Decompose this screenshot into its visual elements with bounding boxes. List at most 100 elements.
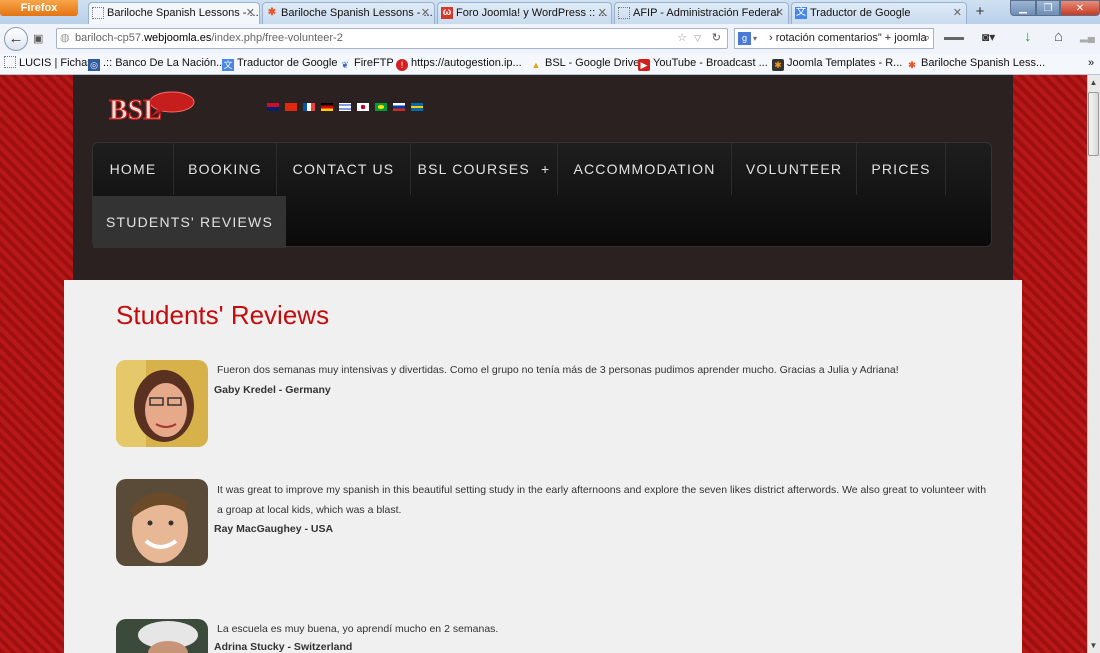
close-icon[interactable]: ✕ xyxy=(598,3,607,23)
flag-france-icon[interactable] xyxy=(303,103,315,111)
flag-japan-icon[interactable] xyxy=(357,103,369,111)
plus-icon: + xyxy=(540,161,551,177)
tab-title: Bariloche Spanish Lessons - ... xyxy=(107,7,259,19)
avatar xyxy=(116,360,208,447)
bookmark-item[interactable]: ! https://autogestion.ip... xyxy=(396,54,522,73)
tab-4[interactable]: AFIP - Administración Federal ✕ xyxy=(614,2,789,24)
search-input[interactable]: g ▾ › rotación comentarios" + joomla ⌕ xyxy=(734,28,934,49)
close-icon[interactable]: ✕ xyxy=(421,3,430,23)
bookmark-label: YouTube - Broadcast ... xyxy=(653,57,768,69)
flag-russia-icon[interactable] xyxy=(393,103,405,111)
page-title: Students' Reviews xyxy=(116,300,330,330)
star-icon[interactable]: ☆ xyxy=(677,29,687,48)
reading-icon[interactable]: ▬▬ xyxy=(944,32,966,44)
bookmark-label: Bariloche Spanish Less... xyxy=(921,57,1046,69)
google-search-icon[interactable]: g xyxy=(738,32,751,45)
avatar xyxy=(116,479,208,566)
minimize-button[interactable]: ▁ xyxy=(1010,0,1036,16)
flag-uk-icon[interactable] xyxy=(267,103,279,111)
review-author: Adrina Stucky - Switzerland xyxy=(214,641,353,653)
speech-bubble-icon: BSL xyxy=(108,91,195,127)
close-icon[interactable]: ✕ xyxy=(953,3,962,23)
bookmark-item[interactable]: ✱ Bariloche Spanish Less... xyxy=(906,54,1045,73)
tab-2[interactable]: ✱ Bariloche Spanish Lessons - ... ✕ xyxy=(262,2,435,24)
tab-3[interactable]: ω Foro Joomla! y WordPress :: ... ✕ xyxy=(437,2,612,24)
joomla-icon: ✱ xyxy=(267,7,277,18)
home-icon[interactable]: ⌂ xyxy=(1054,28,1063,45)
menu-item-volunteer[interactable]: VOLUNTEER xyxy=(732,143,857,195)
firefox-menu-button[interactable]: Firefox xyxy=(0,0,78,16)
bsl-logo[interactable]: BSL xyxy=(106,85,202,129)
afip-icon: ! xyxy=(396,59,408,71)
google-drive-icon: ▲ xyxy=(531,60,541,70)
bookmarks-bar: LUCIS | Fichas ◎.:: Banco De La Nación..… xyxy=(0,54,1100,75)
globe-icon: ◍ xyxy=(60,32,70,44)
bookmark-label: Traductor de Google xyxy=(237,57,338,69)
bookmark-label: LUCIS | Fichas xyxy=(19,57,93,69)
google-translate-icon: 文 xyxy=(795,7,807,19)
url-prefix: bariloch-cp57. xyxy=(75,32,145,44)
signal-icon: ▂▄ xyxy=(1080,32,1095,43)
scrollbar-thumb[interactable] xyxy=(1088,92,1099,156)
downloads-menu-icon[interactable]: ◙▾ xyxy=(982,30,995,44)
bookmark-item[interactable]: LUCIS | Fichas xyxy=(4,54,93,73)
forum-icon: ω xyxy=(441,7,453,19)
bookmark-item[interactable]: 文 Traductor de Google xyxy=(222,54,337,73)
google-translate-icon: 文 xyxy=(222,59,234,71)
menu-item-label: BSL COURSES xyxy=(417,161,530,177)
bookmark-label: FireFTP xyxy=(354,57,394,69)
menu-item-students-reviews[interactable]: STUDENTS' REVIEWS xyxy=(93,196,286,248)
flag-israel-icon[interactable] xyxy=(339,103,351,111)
tab-1[interactable]: Bariloche Spanish Lessons - ... ✕ xyxy=(88,2,260,25)
menu-item-booking[interactable]: BOOKING xyxy=(174,143,277,195)
url-bar[interactable]: ◍ bariloch-cp57.webjoomla.es/index.php/f… xyxy=(56,28,728,49)
menu-item-bsl-courses[interactable]: BSL COURSES + xyxy=(411,143,558,195)
content-area xyxy=(64,280,1022,653)
scroll-down-icon[interactable]: ▼ xyxy=(1088,639,1099,653)
bookmarks-more-button[interactable]: » xyxy=(1088,54,1094,73)
bookmark-label: .:: Banco De La Nación... xyxy=(103,57,226,69)
tab-5[interactable]: 文 Traductor de Google ✕ xyxy=(791,2,967,24)
menu-item-home[interactable]: HOME xyxy=(93,143,174,195)
tab-title: AFIP - Administración Federal xyxy=(633,7,779,19)
close-icon[interactable]: ✕ xyxy=(775,3,784,23)
joomla-icon: ✱ xyxy=(908,60,916,70)
back-button[interactable]: ← xyxy=(4,27,28,51)
avatar xyxy=(116,619,208,653)
new-tab-button[interactable]: + xyxy=(970,3,990,23)
reload-icon[interactable]: ↻ xyxy=(712,29,721,48)
flag-germany-icon[interactable] xyxy=(321,103,333,111)
chevron-down-icon[interactable]: ▾ xyxy=(753,29,757,48)
menu-item-accommodation[interactable]: ACCOMMODATION xyxy=(558,143,732,195)
page-icon xyxy=(4,56,16,68)
tab-title: Foro Joomla! y WordPress :: ... xyxy=(456,7,608,19)
maximize-button[interactable]: ❐ xyxy=(1036,0,1060,16)
scroll-up-icon[interactable]: ▲ xyxy=(1088,76,1099,90)
bookmark-item[interactable]: ▲ BSL - Google Drive xyxy=(530,54,640,73)
bookmark-item[interactable]: ◎.:: Banco De La Nación... xyxy=(88,54,225,73)
download-icon[interactable]: ↓ xyxy=(1024,28,1032,45)
flag-brazil-icon[interactable] xyxy=(375,103,387,111)
youtube-icon: ▶ xyxy=(638,59,650,71)
scrollbar[interactable] xyxy=(1087,75,1100,653)
review-quote: Fueron dos semanas muy intensivas y dive… xyxy=(217,364,899,376)
close-icon[interactable]: ✕ xyxy=(246,3,255,23)
bookmark-item[interactable]: ✱ Joomla Templates - R... xyxy=(772,54,902,73)
flag-china-icon[interactable] xyxy=(285,103,297,111)
search-icon[interactable]: ⌕ xyxy=(924,29,930,48)
close-window-button[interactable]: ✕ xyxy=(1060,0,1100,16)
dropdown-icon[interactable]: ▽ xyxy=(694,29,701,48)
joomla-templates-icon: ✱ xyxy=(772,59,784,71)
page-icon xyxy=(618,7,630,19)
fireftp-icon: ❦ xyxy=(341,60,349,70)
tab-title: Bariloche Spanish Lessons - ... xyxy=(281,7,433,19)
bank-icon: ◎ xyxy=(88,59,100,71)
menu-item-contact-us[interactable]: CONTACT US xyxy=(277,143,411,195)
flag-sweden-icon[interactable] xyxy=(411,103,423,111)
search-query: › rotación comentarios" + joomla xyxy=(769,32,927,44)
menu-item-prices[interactable]: PRICES xyxy=(857,143,946,195)
bookmark-item[interactable]: ❦ FireFTP xyxy=(339,54,394,73)
bookmark-item[interactable]: ▶ YouTube - Broadcast ... xyxy=(638,54,768,73)
review-quote: It was great to improve my spanish in th… xyxy=(217,484,987,516)
logo-text: BSL xyxy=(109,95,162,126)
